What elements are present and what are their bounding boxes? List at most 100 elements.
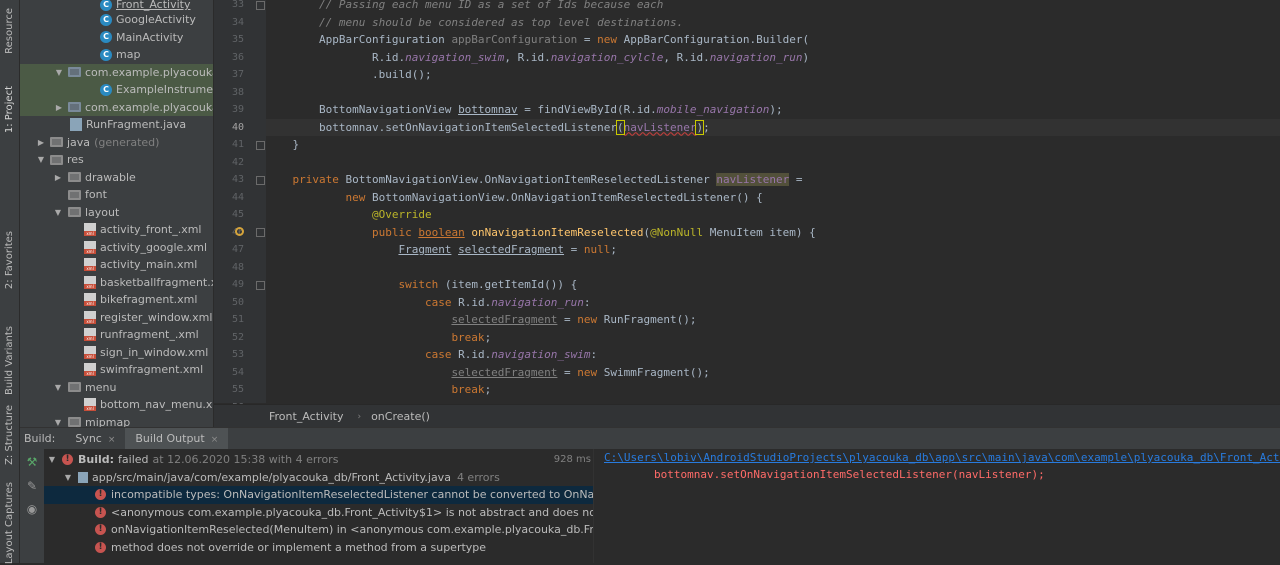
- breadcrumb-method[interactable]: onCreate(): [371, 410, 430, 423]
- close-icon[interactable]: ×: [108, 435, 116, 445]
- code-line: .build();: [266, 68, 432, 81]
- chevron-down-icon[interactable]: ▼: [53, 208, 63, 217]
- chevron-down-icon[interactable]: ▼: [53, 383, 63, 392]
- tree-item[interactable]: runfragment_.xml: [20, 326, 213, 344]
- line-number: 36: [231, 51, 244, 63]
- tree-item[interactable]: C MainActivity: [20, 29, 213, 47]
- build-error-row[interactable]: ! method does not override or implement …: [44, 539, 593, 557]
- build-panel-title: Build:: [24, 432, 56, 445]
- tab-build-output[interactable]: Build Output ×: [125, 428, 229, 449]
- chevron-right-icon[interactable]: ▶: [54, 103, 64, 112]
- tree-item-label: swimfragment.xml: [100, 363, 204, 377]
- code-line: break;: [451, 383, 492, 396]
- code-line: @Override: [371, 208, 432, 221]
- tree-item[interactable]: ▼ layout: [20, 204, 213, 222]
- tree-item[interactable]: activity_google.xml: [20, 239, 213, 257]
- pin-icon[interactable]: ✎: [25, 479, 39, 493]
- xml-file-icon: [84, 363, 96, 377]
- tree-item[interactable]: ▶ com.example.plyacouka_db: [20, 98, 213, 116]
- code-line: // menu should be considered as top leve…: [318, 15, 684, 29]
- tree-item[interactable]: C map: [20, 46, 213, 64]
- tree-item[interactable]: ▼ com.example.plyacouka_db: [20, 63, 213, 81]
- tree-item[interactable]: basketballfragment.xml: [20, 274, 213, 292]
- fold-marker-icon[interactable]: [256, 176, 265, 185]
- build-status-row[interactable]: ▼ ! Build: failed at 12.06.2020 15:38 wi…: [44, 451, 593, 469]
- layout-captures-tab[interactable]: Layout Captures: [0, 482, 19, 564]
- tree-item[interactable]: bottom_nav_menu.xml: [20, 396, 213, 414]
- build-console: C:\Users\lobiv\AndroidStudioProjects\ply…: [594, 449, 1280, 563]
- chevron-right-icon[interactable]: ▶: [53, 173, 63, 182]
- tree-item-label: java: [67, 135, 91, 149]
- console-file-link[interactable]: C:\Users\lobiv\AndroidStudioProjects\ply…: [604, 451, 1280, 464]
- tree-item[interactable]: font: [20, 186, 213, 204]
- line-number: 55: [231, 384, 244, 395]
- tree-item[interactable]: ▼ mipmap: [20, 414, 213, 427]
- java-file-icon: [78, 471, 88, 483]
- tree-item[interactable]: C ExampleInstrumentedTe: [20, 81, 213, 99]
- chevron-down-icon[interactable]: ▼: [54, 68, 64, 77]
- structure-tab[interactable]: Z: Structure: [0, 404, 19, 466]
- chevron-down-icon[interactable]: ▼: [53, 418, 63, 427]
- tree-item-label: sign_in_window.xml: [100, 345, 209, 359]
- chevron-down-icon[interactable]: ▼: [36, 155, 46, 164]
- fold-marker-icon[interactable]: [256, 1, 265, 10]
- tree-item[interactable]: C GoogleActivity: [20, 11, 213, 29]
- tree-item[interactable]: ▶ java (generated): [20, 134, 213, 152]
- line-number: 42: [231, 156, 244, 168]
- tab-label: Sync: [75, 432, 102, 445]
- tree-item[interactable]: activity_main.xml: [20, 256, 213, 274]
- hammer-icon[interactable]: ⚒: [25, 455, 39, 469]
- build-file-path: app/src/main/java/com/example/plyacouka_…: [92, 470, 451, 484]
- build-variants-tab[interactable]: Build Variants: [0, 310, 19, 410]
- build-status: failed: [118, 453, 149, 467]
- tree-item[interactable]: bikefragment.xml: [20, 291, 213, 309]
- java-file-icon: [70, 118, 82, 132]
- tree-item-label: layout: [85, 205, 120, 219]
- tree-item-label: activity_main.xml: [100, 258, 198, 272]
- override-marker-icon[interactable]: [235, 227, 244, 236]
- folder-icon: [68, 417, 81, 427]
- resource-manager-tab[interactable]: Resource: [0, 2, 19, 60]
- tree-item[interactable]: ▼ res: [20, 151, 213, 169]
- chevron-down-icon[interactable]: ▼: [46, 455, 58, 464]
- folder-icon: [68, 172, 81, 183]
- tree-item[interactable]: ▶ drawable: [20, 169, 213, 187]
- xml-file-icon: [84, 398, 96, 412]
- close-icon[interactable]: ×: [211, 435, 219, 445]
- xml-file-icon: [84, 275, 96, 289]
- code-editor[interactable]: // Passing each menu ID as a set of Ids …: [266, 0, 1280, 403]
- chevron-down-icon[interactable]: ▼: [62, 473, 74, 482]
- tree-item[interactable]: activity_front_.xml: [20, 221, 213, 239]
- build-error-row[interactable]: ! onNavigationItemReselected(MenuItem) i…: [44, 521, 593, 539]
- fold-marker-icon[interactable]: [256, 281, 265, 290]
- fold-marker-icon[interactable]: [256, 141, 265, 150]
- build-error-message: method does not override or implement a …: [111, 540, 487, 554]
- folder-icon: [50, 154, 63, 165]
- favorites-tab[interactable]: 2: Favorites: [0, 226, 19, 294]
- line-number: 48: [231, 261, 244, 273]
- eye-icon[interactable]: ◉: [25, 502, 39, 516]
- tree-item-label: GoogleActivity: [116, 13, 196, 27]
- code-line: switch (item.getItemId()) {: [398, 278, 578, 291]
- tree-item[interactable]: ▼ menu: [20, 379, 213, 397]
- tree-item[interactable]: RunFragment.java: [20, 116, 213, 134]
- code-line: new BottomNavigationView.OnNavigationIte…: [345, 190, 763, 204]
- build-error-row[interactable]: ! <anonymous com.example.plyacouka_db.Fr…: [44, 504, 593, 522]
- code-line: public boolean onNavigationItemReselecte…: [371, 225, 816, 239]
- tree-item-label: bottom_nav_menu.xml: [100, 398, 213, 412]
- tree-item[interactable]: sign_in_window.xml: [20, 344, 213, 362]
- error-icon: !: [95, 506, 106, 518]
- project-tab[interactable]: 1: Project: [0, 74, 19, 146]
- build-error-row[interactable]: ! incompatible types: OnNavigationItemRe…: [44, 486, 593, 504]
- tree-item-label: ExampleInstrumentedTe: [116, 83, 213, 97]
- tab-sync[interactable]: Sync ×: [65, 428, 125, 449]
- chevron-right-icon[interactable]: ▶: [36, 138, 46, 147]
- tree-item[interactable]: swimfragment.xml: [20, 361, 213, 379]
- line-number: 53: [231, 349, 244, 360]
- build-file-row[interactable]: ▼ app/src/main/java/com/example/plyacouk…: [44, 469, 593, 487]
- line-number: 38: [231, 86, 244, 98]
- fold-marker-icon[interactable]: [256, 228, 265, 237]
- tree-item[interactable]: register_window.xml: [20, 309, 213, 327]
- code-line: bottomnav.setOnNavigationItemSelectedLis…: [266, 118, 1280, 136]
- breadcrumb-class[interactable]: Front_Activity: [269, 410, 343, 423]
